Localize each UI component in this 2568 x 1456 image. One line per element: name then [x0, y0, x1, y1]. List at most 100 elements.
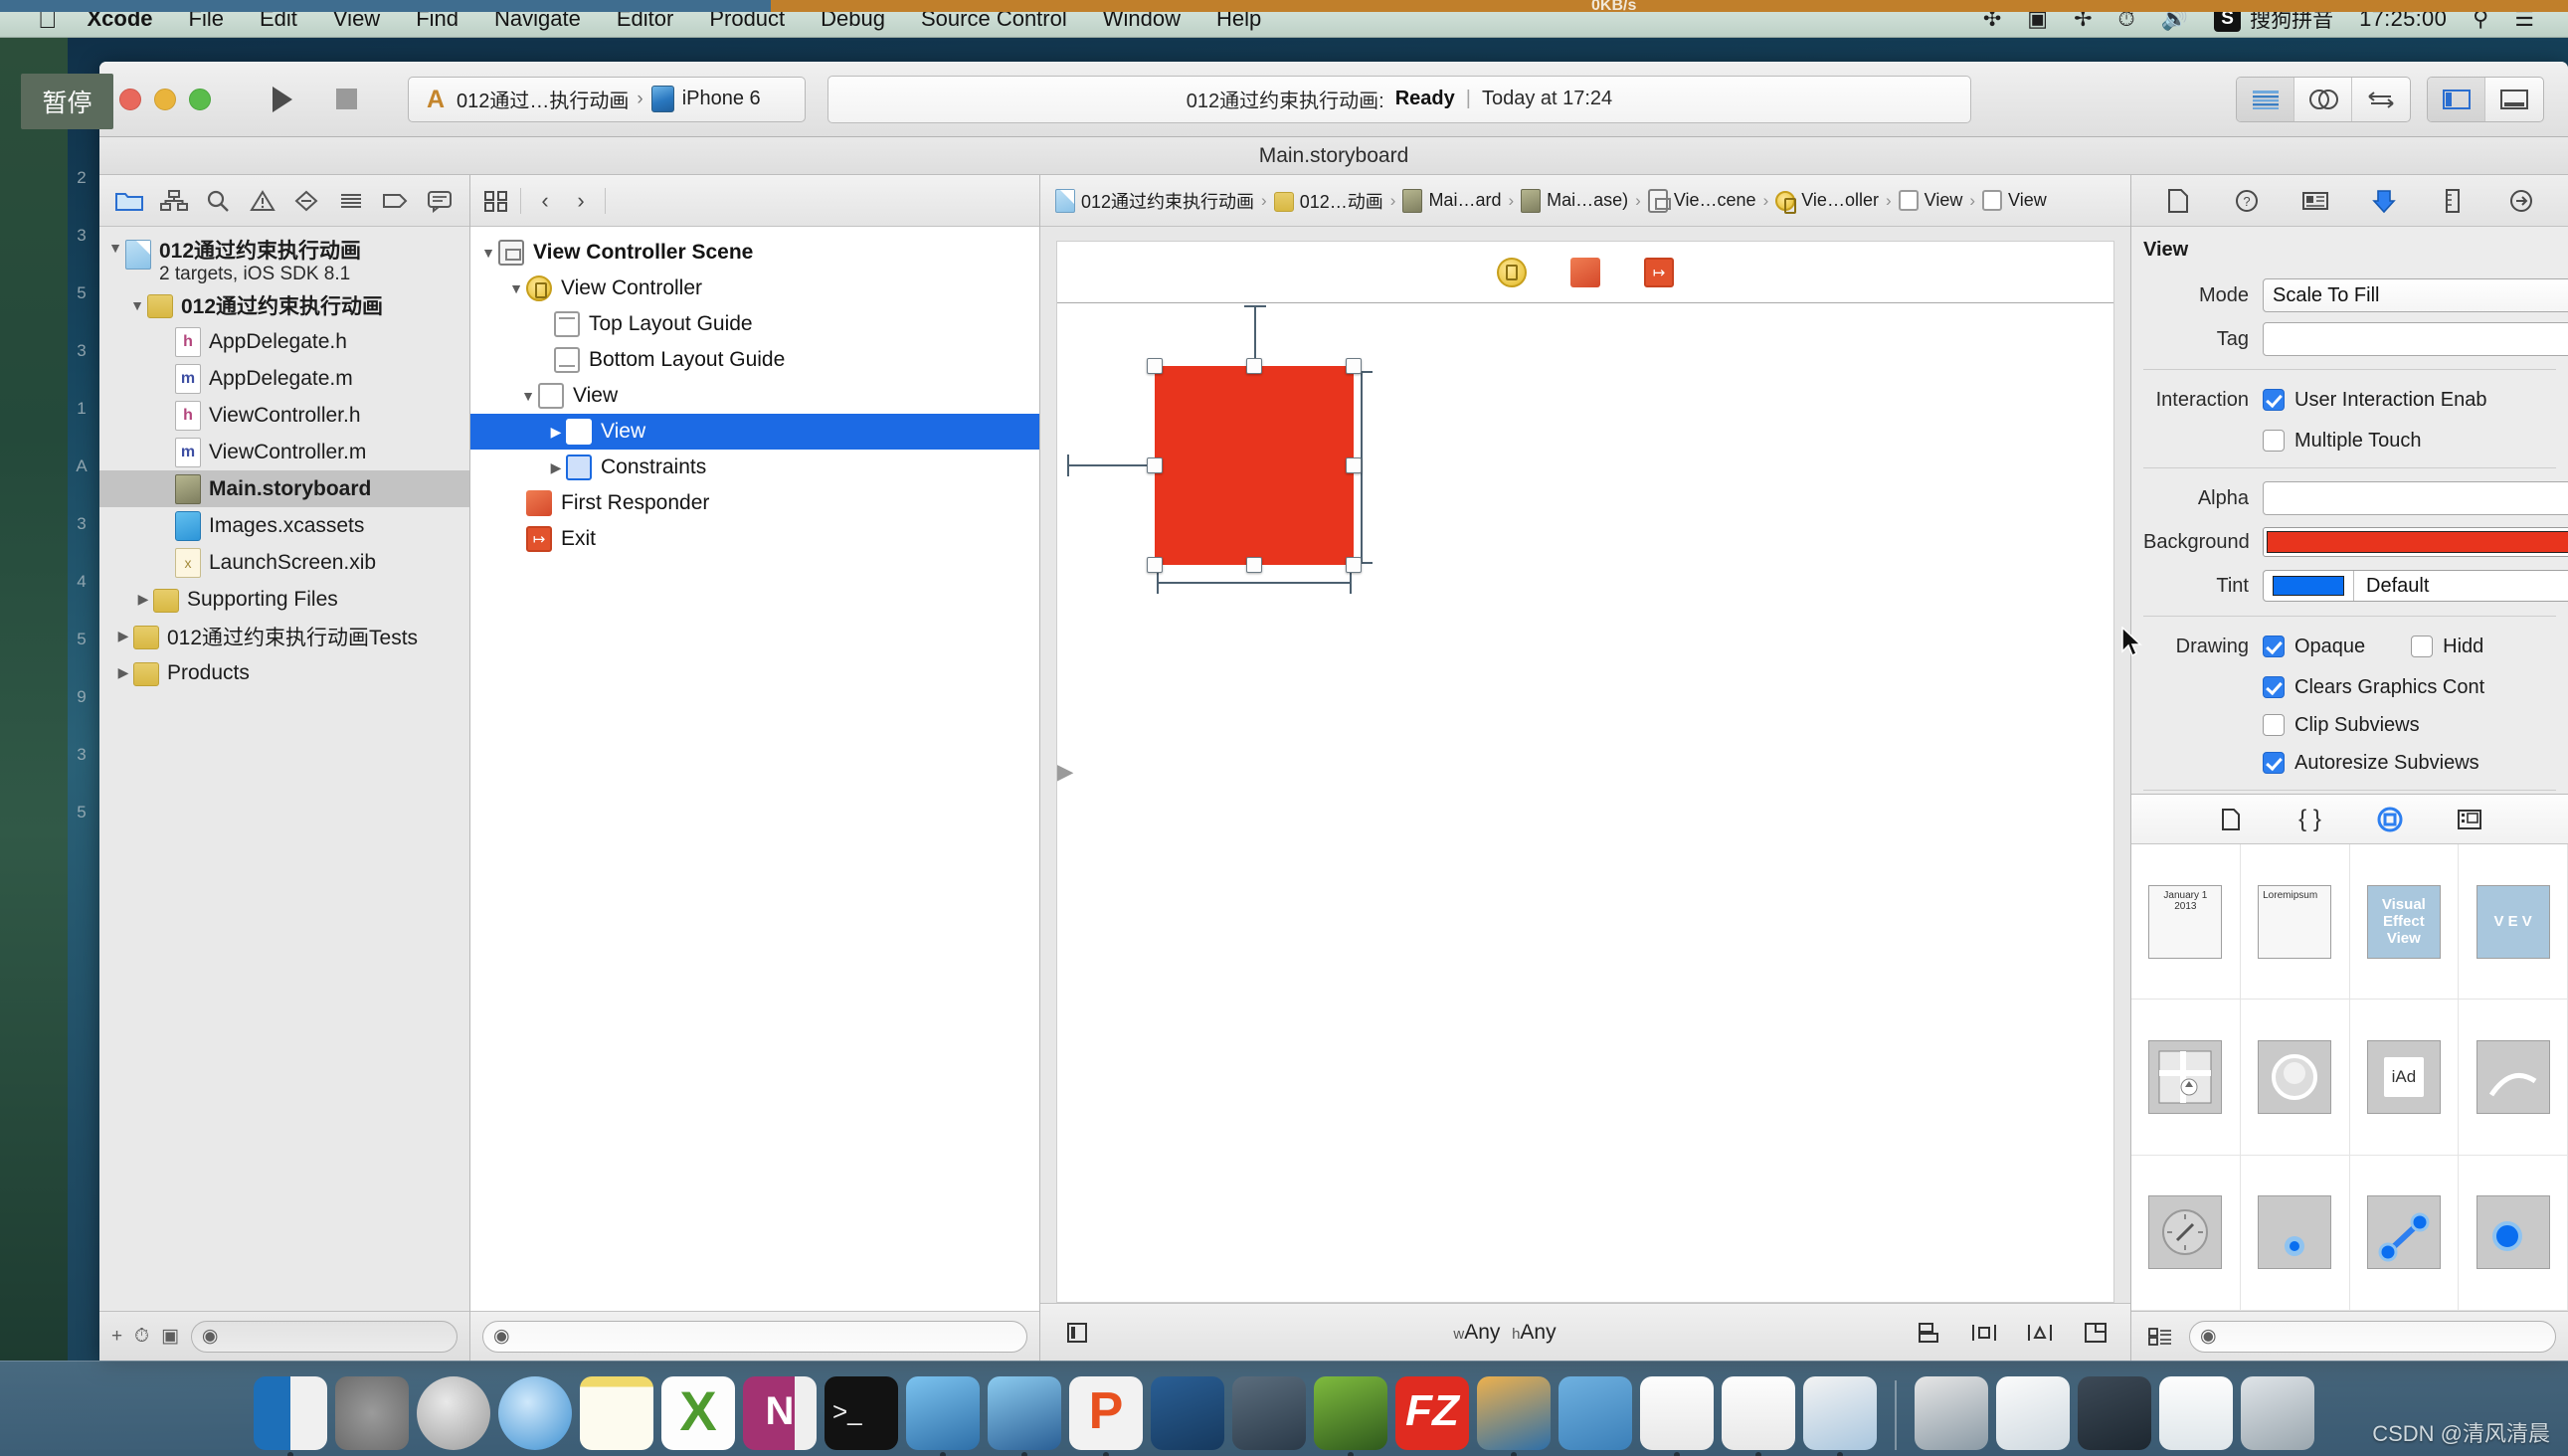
dock-item-pages[interactable] [1640, 1376, 1714, 1456]
view-controller-icon[interactable] [1497, 257, 1527, 287]
library-item[interactable]: January 1 2013 [2131, 844, 2241, 1001]
resolve-issues-button[interactable] [2023, 1318, 2057, 1348]
issue-navigator-tab[interactable] [245, 184, 280, 218]
library-item[interactable]: Visual Effect View [2349, 844, 2460, 1001]
outline-row-child-view[interactable]: ▶ View [470, 414, 1039, 450]
dock-item-pages-blue[interactable] [1559, 1376, 1632, 1450]
dock-item-parallels[interactable]: P [1069, 1376, 1143, 1456]
file-template-library-tab[interactable] [2214, 805, 2248, 834]
outline-row-bottom-layout-guide[interactable]: ▶ Bottom Layout Guide [470, 342, 1039, 378]
nav-row-viewcontroller-h[interactable]: ▶ h ViewController.h [99, 397, 469, 434]
dock-item-excel[interactable]: X [661, 1376, 735, 1450]
outline-row-constraints[interactable]: ▶ Constraints [470, 450, 1039, 485]
nav-row-images-xcassets[interactable]: ▶ Images.xcassets [99, 507, 469, 544]
library-item[interactable] [2459, 1155, 2568, 1311]
library-item-grid[interactable]: January 1 2013 Loremipsum Visual Effect … [2131, 844, 2568, 1311]
file-inspector-tab[interactable] [2160, 184, 2196, 218]
disclosure-triangle-icon[interactable]: ▶ [546, 424, 566, 441]
dock-item-quicktime[interactable] [1232, 1376, 1306, 1450]
outline-row-scene[interactable]: ▼ View Controller Scene [470, 235, 1039, 271]
symbol-navigator-tab[interactable] [156, 184, 192, 218]
code-snippet-library-tab[interactable]: { } [2293, 805, 2327, 834]
opaque-checkbox-row[interactable]: Opaque Hidd [2263, 636, 2568, 658]
dock-item-pptv[interactable] [1314, 1376, 1387, 1456]
size-class-label[interactable]: wAny hAny [1098, 1321, 1912, 1345]
utilities-toggle-button[interactable] [2485, 78, 2543, 121]
disclosure-triangle-icon[interactable]: ▼ [506, 280, 526, 296]
disclosure-triangle-icon[interactable]: ▼ [478, 245, 498, 261]
library-item[interactable] [2240, 1000, 2350, 1156]
resize-handle-middle-right[interactable] [1346, 457, 1362, 473]
disclosure-triangle-icon[interactable]: ▼ [518, 388, 538, 404]
outline-row-first-responder[interactable]: ▶ First Responder [470, 485, 1039, 521]
dock-item-safari[interactable] [498, 1376, 572, 1450]
dock-item-keynote[interactable] [1722, 1376, 1795, 1456]
background-color-well[interactable] [2263, 527, 2568, 557]
dock-item-snip[interactable] [1151, 1376, 1224, 1450]
user-interaction-checkbox[interactable] [2263, 389, 2285, 411]
dock-item-terminal[interactable]: >_ [825, 1376, 898, 1450]
nav-row-group[interactable]: ▼ 012通过约束执行动画 [99, 286, 469, 323]
clip-subviews-checkbox-row[interactable]: Clip Subviews [2263, 714, 2568, 737]
breadcrumb-item-controller[interactable]: Vie…oller [1772, 190, 1882, 214]
library-item[interactable]: V E V [2459, 844, 2568, 1001]
breakpoint-navigator-tab[interactable] [377, 184, 413, 218]
tag-input[interactable] [2263, 322, 2568, 356]
outline-filter-input[interactable]: ◉ [482, 1320, 1027, 1353]
run-button[interactable] [251, 77, 314, 122]
selected-view-rect[interactable] [1155, 366, 1354, 565]
related-items-icon[interactable] [478, 184, 514, 218]
clears-graphics-checkbox[interactable] [2263, 676, 2285, 698]
nav-row-appdelegate-h[interactable]: ▶ h AppDelegate.h [99, 323, 469, 360]
dock-item-recent-4[interactable] [2159, 1376, 2233, 1450]
standard-editor-button[interactable] [2237, 77, 2294, 121]
zoom-window-button[interactable] [189, 88, 211, 110]
clip-subviews-checkbox[interactable] [2263, 714, 2285, 736]
version-editor-button[interactable] [2352, 78, 2410, 121]
close-window-button[interactable] [119, 88, 141, 110]
storyboard-canvas[interactable]: ↦ ▶ [1056, 241, 2114, 1303]
disclosure-triangle-icon[interactable]: ▶ [113, 664, 133, 681]
source-control-filter-icon[interactable]: ▣ [161, 1325, 179, 1348]
media-library-tab[interactable] [2453, 805, 2486, 834]
resize-handle-bottom-left[interactable] [1147, 557, 1163, 573]
nav-row-products[interactable]: ▶ Products [99, 654, 469, 691]
minimize-window-button[interactable] [154, 88, 176, 110]
test-navigator-tab[interactable] [288, 184, 324, 218]
scheme-selector[interactable]: A 012通过…执行动画 › iPhone 6 [408, 76, 806, 122]
outline-row-view-controller[interactable]: ▼ View Controller [470, 271, 1039, 306]
identity-inspector-tab[interactable] [2297, 184, 2333, 218]
breadcrumb-item-storyboard[interactable]: Mai…ard [1399, 188, 1504, 213]
outline-row-exit[interactable]: ▶ ↦ Exit [470, 521, 1039, 557]
dock-item-notes[interactable] [580, 1376, 653, 1450]
mode-select[interactable]: Scale To Fill [2263, 278, 2568, 312]
breadcrumb-item-view-child[interactable]: View [1979, 190, 2050, 211]
outline-row-top-layout-guide[interactable]: ▶ Top Layout Guide [470, 306, 1039, 342]
destination-name[interactable]: iPhone 6 [650, 86, 761, 112]
size-inspector-tab[interactable] [2435, 184, 2471, 218]
library-filter-input[interactable]: ◉ [2189, 1320, 2556, 1353]
disclosure-triangle-icon[interactable]: ▶ [113, 628, 133, 644]
find-navigator-tab[interactable] [200, 184, 236, 218]
report-navigator-tab[interactable] [422, 184, 458, 218]
resize-handle-top-right[interactable] [1346, 358, 1362, 374]
nav-row-main-storyboard[interactable]: ▶ Main.storyboard [99, 470, 469, 507]
nav-row-launchscreen-xib[interactable]: ▶ x LaunchScreen.xib [99, 544, 469, 581]
dock-item-paint[interactable] [1477, 1376, 1551, 1456]
autoresize-checkbox-row[interactable]: Autoresize Subviews [2263, 752, 2568, 775]
dock-item-recent-3[interactable] [2078, 1376, 2151, 1450]
outline-row-root-view[interactable]: ▼ View [470, 378, 1039, 414]
dock-item-onenote[interactable]: N [743, 1376, 817, 1450]
add-item-button[interactable]: + [111, 1326, 122, 1348]
multiple-touch-checkbox[interactable] [2263, 430, 2285, 452]
exit-icon[interactable]: ↦ [1644, 257, 1674, 287]
resize-handle-top-center[interactable] [1246, 358, 1262, 374]
dock-item-recent-1[interactable] [1915, 1376, 1988, 1450]
dock-item-trash[interactable] [2241, 1376, 2314, 1450]
recent-filter-icon[interactable]: ⏱ [134, 1326, 149, 1348]
multiple-touch-checkbox-row[interactable]: Multiple Touch [2263, 430, 2568, 453]
nav-row-project[interactable]: ▼ 012通过约束执行动画 2 targets, iOS SDK 8.1 [99, 237, 469, 286]
breadcrumb-item-project[interactable]: 012通过约束执行动画 [1052, 188, 1257, 214]
dock-item-filezilla[interactable]: FZ [1395, 1376, 1469, 1450]
disclosure-triangle-icon[interactable]: ▼ [105, 240, 125, 256]
